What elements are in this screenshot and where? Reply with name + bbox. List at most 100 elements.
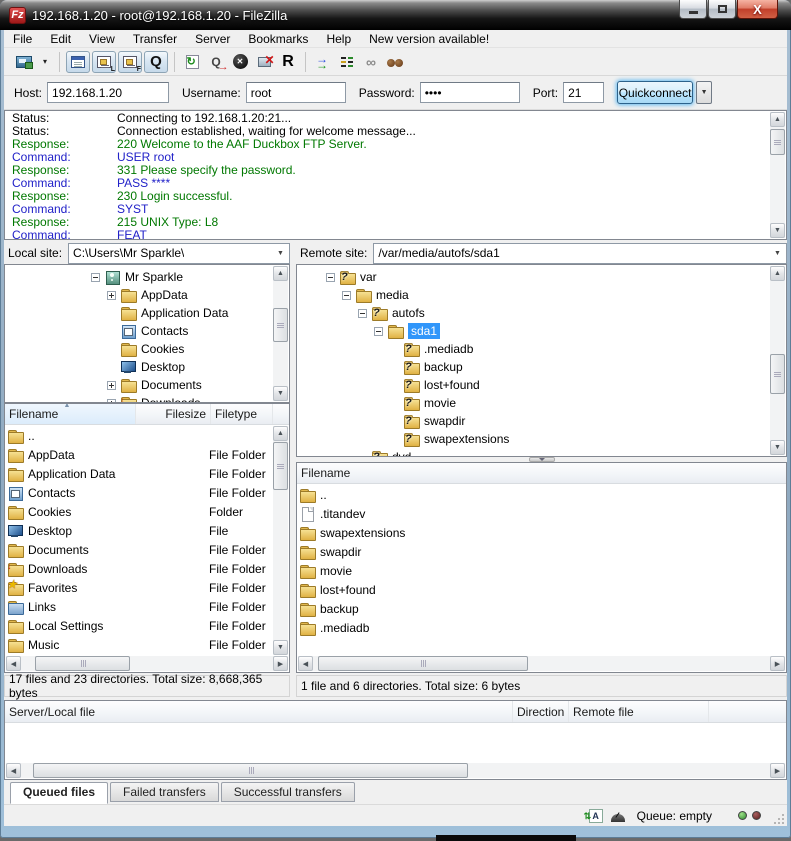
- maximize-button[interactable]: [708, 0, 736, 19]
- tree-item[interactable]: Desktop: [5, 358, 272, 376]
- toggle-message-log-button[interactable]: [66, 51, 90, 73]
- tree-item[interactable]: Contacts: [5, 322, 272, 340]
- chevron-down-icon[interactable]: ▼: [769, 244, 786, 263]
- local-site-combobox[interactable]: C:\Users\Mr Sparkle\ ▼: [68, 243, 290, 264]
- menu-file[interactable]: File: [4, 30, 41, 48]
- column-header-server-local-file[interactable]: Server/Local file: [5, 701, 513, 722]
- scroll-right-button[interactable]: ▶: [770, 763, 785, 778]
- file-row[interactable]: lost+found: [297, 580, 785, 599]
- tree-item[interactable]: ↓Downloads: [5, 394, 272, 403]
- file-row[interactable]: DesktopFile: [5, 521, 272, 540]
- quickconnect-button[interactable]: Quickconnect: [617, 81, 693, 104]
- chevron-down-icon[interactable]: ▼: [272, 244, 289, 263]
- speed-limits-icon[interactable]: [611, 814, 625, 822]
- quickconnect-dropdown[interactable]: ▼: [696, 81, 712, 104]
- title-bar[interactable]: Fz 192.168.1.20 - root@192.168.1.20 - Fi…: [0, 0, 791, 30]
- column-header-filename[interactable]: ▲Filename: [5, 404, 136, 424]
- tree-item[interactable]: ?swapextensions: [297, 430, 769, 448]
- menu-new-version[interactable]: New version available!: [360, 30, 498, 48]
- remote-list-hscrollbar[interactable]: ◀ ▶: [298, 656, 785, 671]
- menu-edit[interactable]: Edit: [41, 30, 80, 48]
- reconnect-button[interactable]: R: [276, 51, 300, 73]
- file-row[interactable]: .mediadb: [297, 618, 785, 637]
- column-header-remote-file[interactable]: Remote file: [569, 701, 709, 722]
- refresh-button[interactable]: [180, 51, 204, 73]
- scrollbar-thumb[interactable]: [770, 129, 785, 155]
- menu-server[interactable]: Server: [186, 30, 239, 48]
- toggle-remote-tree-button[interactable]: F: [118, 51, 142, 73]
- menu-view[interactable]: View: [80, 30, 124, 48]
- port-input[interactable]: [563, 82, 604, 103]
- remote-tree-scrollbar[interactable]: ▲ ▼: [770, 266, 785, 455]
- tree-item[interactable]: ?.mediadb: [297, 340, 769, 358]
- file-row[interactable]: Application DataFile Folder: [5, 464, 272, 483]
- file-row[interactable]: CookiesFolder: [5, 502, 272, 521]
- file-row[interactable]: LinksFile Folder: [5, 597, 272, 616]
- tree-item[interactable]: Application Data: [5, 304, 272, 322]
- scroll-up-button[interactable]: ▲: [273, 426, 288, 441]
- collapse-icon[interactable]: [342, 291, 351, 300]
- scrollbar-thumb[interactable]: [770, 354, 785, 394]
- column-header-filetype[interactable]: Filetype: [211, 404, 273, 424]
- menu-bookmarks[interactable]: Bookmarks: [239, 30, 317, 48]
- site-manager-dropdown[interactable]: ▾: [36, 51, 54, 73]
- scrollbar-thumb[interactable]: [35, 656, 130, 671]
- process-queue-button[interactable]: Q: [204, 51, 228, 73]
- password-input[interactable]: [420, 82, 520, 103]
- scroll-left-button[interactable]: ◀: [298, 656, 313, 671]
- local-tree-scrollbar[interactable]: ▲ ▼: [273, 266, 288, 401]
- resize-grip[interactable]: [771, 811, 785, 825]
- expand-icon[interactable]: [107, 381, 116, 390]
- minimize-button[interactable]: [679, 0, 707, 19]
- tree-item[interactable]: AppData: [5, 286, 272, 304]
- local-list-scrollbar[interactable]: ▲ ▼: [273, 426, 288, 655]
- scroll-down-button[interactable]: ▼: [770, 440, 785, 455]
- scroll-up-button[interactable]: ▲: [770, 112, 785, 127]
- scroll-up-button[interactable]: ▲: [273, 266, 288, 281]
- tree-item[interactable]: ?lost+found: [297, 376, 769, 394]
- tree-item[interactable]: ?var: [297, 268, 769, 286]
- column-header-filename[interactable]: Filename: [297, 463, 786, 483]
- search-button[interactable]: [383, 51, 407, 73]
- expand-icon[interactable]: [107, 291, 116, 300]
- scroll-right-button[interactable]: ▶: [770, 656, 785, 671]
- file-row[interactable]: DocumentsFile Folder: [5, 540, 272, 559]
- file-row[interactable]: ..: [297, 485, 785, 504]
- scrollbar-thumb[interactable]: [318, 656, 528, 671]
- collapse-icon[interactable]: [326, 273, 335, 282]
- column-header-filesize[interactable]: Filesize: [136, 404, 211, 424]
- scroll-right-button[interactable]: ▶: [273, 656, 288, 671]
- tree-item[interactable]: ?autofs: [297, 304, 769, 322]
- scroll-down-button[interactable]: ▼: [770, 223, 785, 238]
- file-row[interactable]: ContactsFile Folder: [5, 483, 272, 502]
- file-row[interactable]: MusicFile Folder: [5, 635, 272, 654]
- tree-item[interactable]: Documents: [5, 376, 272, 394]
- file-row[interactable]: .titandev: [297, 504, 785, 523]
- tree-item[interactable]: Cookies: [5, 340, 272, 358]
- file-row[interactable]: movie: [297, 561, 785, 580]
- column-header-direction[interactable]: Direction: [513, 701, 569, 722]
- synchronized-browsing-button[interactable]: [311, 51, 335, 73]
- file-row[interactable]: swapextensions: [297, 523, 785, 542]
- menu-transfer[interactable]: Transfer: [124, 30, 186, 48]
- username-input[interactable]: [246, 82, 346, 103]
- scrollbar-thumb[interactable]: [273, 442, 288, 490]
- directory-comparison-button[interactable]: [335, 51, 359, 73]
- collapse-icon[interactable]: [374, 327, 383, 336]
- transfer-type-icon[interactable]: A: [589, 809, 603, 823]
- toggle-local-tree-button[interactable]: L: [92, 51, 116, 73]
- tree-item[interactable]: ?swapdir: [297, 412, 769, 430]
- close-button[interactable]: X: [737, 0, 778, 19]
- scrollbar-thumb[interactable]: [273, 308, 288, 342]
- collapse-icon[interactable]: [358, 309, 367, 318]
- tree-item[interactable]: media: [297, 286, 769, 304]
- queue-hscrollbar[interactable]: ◀ ▶: [6, 763, 785, 778]
- tree-item[interactable]: sda1: [297, 322, 769, 340]
- tree-item[interactable]: ?movie: [297, 394, 769, 412]
- scroll-down-button[interactable]: ▼: [273, 640, 288, 655]
- host-input[interactable]: [47, 82, 169, 103]
- tab-successful-transfers[interactable]: Successful transfers: [221, 782, 355, 802]
- filter-button[interactable]: ∞: [359, 51, 383, 73]
- remote-site-combobox[interactable]: /var/media/autofs/sda1 ▼: [373, 243, 787, 264]
- site-manager-button[interactable]: [12, 51, 36, 73]
